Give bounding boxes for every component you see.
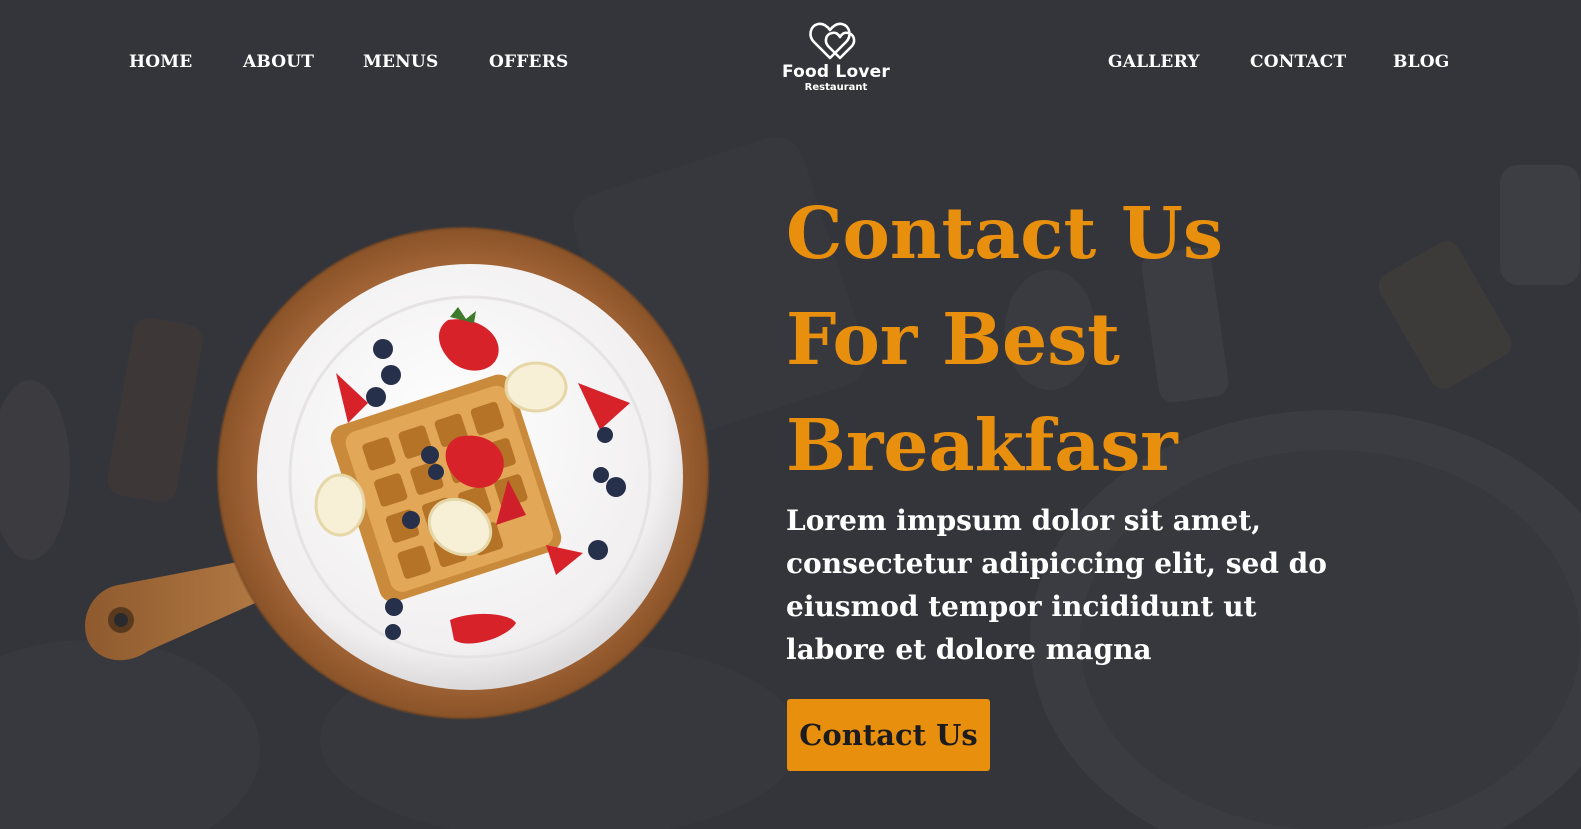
hero-title-line-1: Contact Us [786, 191, 1223, 275]
logo-name: Food Lover [782, 62, 890, 82]
hero-title: Contact Us For Best Breakfasr [786, 180, 1486, 498]
nav-contact[interactable]: CONTACT [1250, 52, 1346, 72]
hero-title-line-2: For Best [786, 297, 1120, 381]
nav-home[interactable]: HOME [129, 52, 192, 72]
hero-image [78, 225, 718, 725]
nav-blog[interactable]: BLOG [1393, 52, 1449, 72]
site-logo[interactable]: Food Lover Restaurant [776, 18, 896, 110]
nav-menus[interactable]: MENUS [363, 52, 438, 72]
nav-gallery[interactable]: GALLERY [1108, 52, 1200, 72]
logo-subtitle: Restaurant [804, 82, 868, 93]
hero-description: Lorem impsum dolor sit amet, consectetur… [786, 504, 1327, 666]
nav-about[interactable]: ABOUT [243, 52, 314, 72]
double-heart-icon [809, 22, 856, 60]
hero-title-line-3: Breakfasr [786, 403, 1178, 487]
nav-offers[interactable]: OFFERS [489, 52, 569, 72]
contact-us-button[interactable]: Contact Us [787, 699, 990, 771]
